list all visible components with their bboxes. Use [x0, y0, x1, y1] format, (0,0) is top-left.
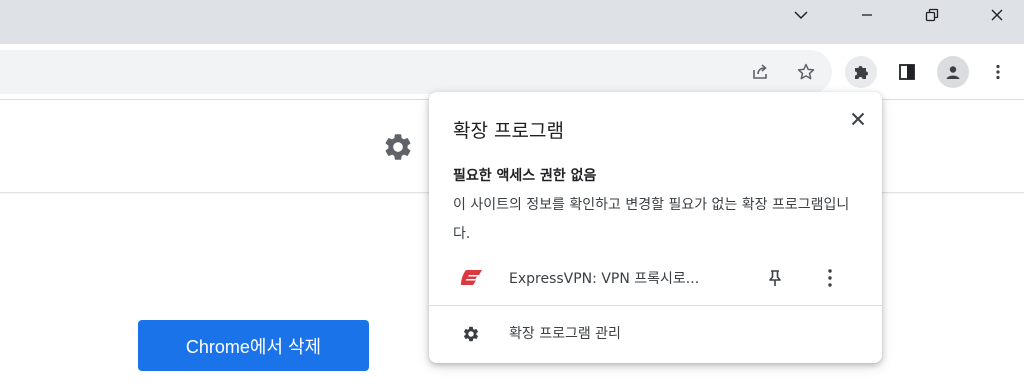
omnibox[interactable]: [0, 50, 832, 94]
minimize-icon: [862, 14, 872, 16]
profile-button[interactable]: [937, 56, 969, 88]
expressvpn-logo-icon: [460, 268, 484, 288]
bookmark-star-icon: [797, 63, 815, 80]
extensions-button[interactable]: [845, 56, 877, 88]
gear-icon: [385, 134, 411, 160]
kebab-menu-icon: [828, 269, 832, 287]
extension-name: ExpressVPN: VPN 프록시로...: [509, 271, 700, 287]
close-icon: [851, 112, 865, 126]
extension-item[interactable]: ExpressVPN: VPN 프록시로...: [429, 258, 882, 298]
extensions-popup: 확장 프로그램 필요한 액세스 권한 없음 이 사이트의 정보를 확인하고 변경…: [429, 92, 882, 363]
close-window-button[interactable]: [974, 0, 1020, 30]
divider: [429, 305, 882, 306]
profile-icon: [946, 66, 960, 79]
tab-search-button[interactable]: [778, 0, 824, 30]
manage-extensions-item[interactable]: 확장 프로그램 관리: [429, 314, 882, 354]
restore-icon: [925, 8, 939, 22]
share-icon: [753, 64, 767, 79]
bookmark-button[interactable]: [790, 56, 822, 88]
title-bar: [0, 0, 1024, 44]
remove-from-chrome-button[interactable]: Chrome에서 삭제: [138, 320, 369, 371]
kebab-menu-icon: [996, 64, 1000, 80]
chrome-menu-button[interactable]: [982, 56, 1014, 88]
side-panel-button[interactable]: [891, 56, 923, 88]
pin-button[interactable]: [763, 266, 787, 290]
pin-icon: [769, 270, 781, 286]
section-description: 이 사이트의 정보를 확인하고 변경할 필요가 없는 확장 프로그램입니다.: [453, 197, 850, 242]
share-button[interactable]: [744, 56, 776, 88]
extension-more-button[interactable]: [818, 266, 842, 290]
chevron-down-icon: [794, 11, 808, 20]
gear-icon: [462, 325, 480, 343]
popup-close-button[interactable]: [843, 104, 873, 134]
minimize-button[interactable]: [844, 0, 890, 30]
settings-button[interactable]: [382, 131, 414, 163]
side-panel-icon: [899, 64, 915, 80]
section-heading: 필요한 액세스 권한 없음: [453, 168, 597, 184]
close-icon: [991, 9, 1003, 21]
restore-button[interactable]: [909, 0, 955, 30]
manage-extensions-label: 확장 프로그램 관리: [509, 326, 621, 342]
puzzle-icon: [855, 66, 868, 79]
popup-title: 확장 프로그램: [453, 120, 564, 142]
